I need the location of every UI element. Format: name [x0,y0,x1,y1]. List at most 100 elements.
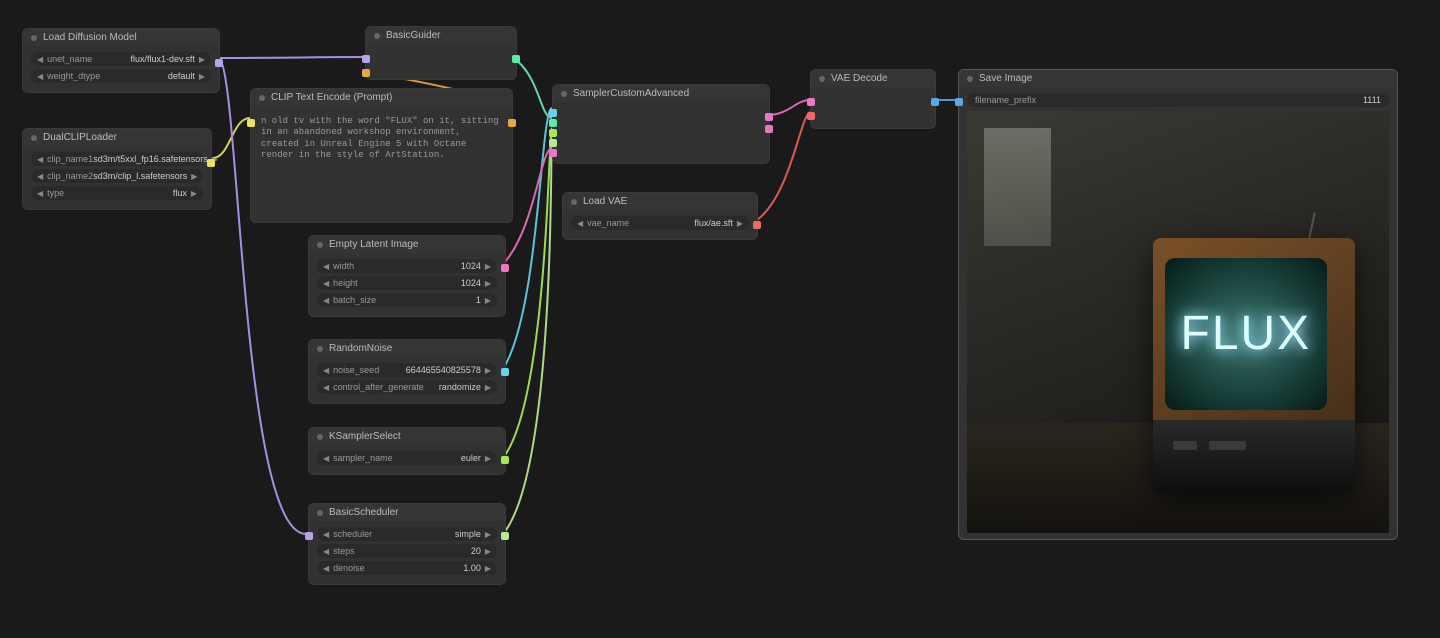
node-load-diffusion-model[interactable]: Load Diffusion Model ◀ unet_name flux/fl… [22,28,220,93]
port-latent-in[interactable] [549,149,557,157]
node-basic-scheduler[interactable]: BasicScheduler ◀ scheduler simple ▶ ◀ st… [308,503,506,585]
chevron-right-icon[interactable]: ▶ [735,219,745,228]
node-header[interactable]: SamplerCustomAdvanced [553,85,769,102]
widget-steps[interactable]: ◀ steps 20 ▶ [317,544,497,558]
chevron-left-icon[interactable]: ◀ [321,547,331,556]
widget-width[interactable]: ◀ width 1024 ▶ [317,259,497,273]
port-images-in[interactable] [955,98,963,106]
node-empty-latent-image[interactable]: Empty Latent Image ◀ width 1024 ▶ ◀ heig… [308,235,506,317]
node-header[interactable]: BasicGuider [366,27,516,44]
node-basic-guider[interactable]: BasicGuider [365,26,517,80]
widget-sampler-name[interactable]: ◀ sampler_name euler ▶ [317,451,497,465]
port-sigmas-out[interactable] [501,532,509,540]
widget-scheduler[interactable]: ◀ scheduler simple ▶ [317,527,497,541]
chevron-right-icon[interactable]: ▶ [189,189,199,198]
widget-height[interactable]: ◀ height 1024 ▶ [317,276,497,290]
collapse-dot-icon[interactable] [31,135,37,141]
port-conditioning-in[interactable] [362,69,370,77]
collapse-dot-icon[interactable] [819,76,825,82]
collapse-dot-icon[interactable] [967,76,973,82]
node-header[interactable]: RandomNoise [309,340,505,357]
node-header[interactable]: DualCLIPLoader [23,129,211,146]
collapse-dot-icon[interactable] [317,346,323,352]
port-denoised-out[interactable] [765,125,773,133]
port-clip-out[interactable] [207,159,215,167]
node-random-noise[interactable]: RandomNoise ◀ noise_seed 664465540825578… [308,339,506,404]
collapse-dot-icon[interactable] [571,199,577,205]
node-load-vae[interactable]: Load VAE ◀ vae_name flux/ae.sft ▶ [562,192,758,240]
chevron-left-icon[interactable]: ◀ [321,454,331,463]
port-sampler-out[interactable] [501,456,509,464]
node-dual-clip-loader[interactable]: DualCLIPLoader ◀ clip_name1 sd3m/t5xxl_f… [22,128,212,210]
chevron-left-icon[interactable]: ◀ [321,262,331,271]
widget-weight-dtype[interactable]: ◀ weight_dtype default ▶ [31,69,211,83]
port-noise-out[interactable] [501,368,509,376]
chevron-right-icon[interactable]: ▶ [483,530,493,539]
port-conditioning-out[interactable] [508,119,516,127]
chevron-left-icon[interactable]: ◀ [321,279,331,288]
chevron-left-icon[interactable]: ◀ [321,530,331,539]
node-header[interactable]: VAE Decode [811,70,935,87]
collapse-dot-icon[interactable] [317,510,323,516]
node-header[interactable]: CLIP Text Encode (Prompt) [251,89,512,106]
port-sigmas-in[interactable] [549,139,557,147]
chevron-right-icon[interactable]: ▶ [483,547,493,556]
node-header[interactable]: Load VAE [563,193,757,210]
widget-filename-prefix[interactable]: filename_prefix 1111 [967,93,1389,107]
node-save-image[interactable]: Save Image filename_prefix 1111 FLUX [958,69,1398,540]
chevron-right-icon[interactable]: ▶ [483,296,493,305]
chevron-right-icon[interactable]: ▶ [189,172,199,181]
chevron-left-icon[interactable]: ◀ [321,366,331,375]
port-clip-in[interactable] [247,119,255,127]
node-header[interactable]: KSamplerSelect [309,428,505,445]
port-vae-in[interactable] [807,112,815,120]
widget-batch-size[interactable]: ◀ batch_size 1 ▶ [317,293,497,307]
chevron-left-icon[interactable]: ◀ [35,189,45,198]
widget-unet-name[interactable]: ◀ unet_name flux/flux1-dev.sft ▶ [31,52,211,66]
node-header[interactable]: BasicScheduler [309,504,505,521]
widget-vae-name[interactable]: ◀ vae_name flux/ae.sft ▶ [571,216,749,230]
port-model-in[interactable] [305,532,313,540]
chevron-right-icon[interactable]: ▶ [483,383,493,392]
port-guider-out[interactable] [512,55,520,63]
chevron-left-icon[interactable]: ◀ [575,219,585,228]
chevron-left-icon[interactable]: ◀ [321,564,331,573]
chevron-right-icon[interactable]: ▶ [483,279,493,288]
port-sampler-in[interactable] [549,129,557,137]
widget-noise-seed[interactable]: ◀ noise_seed 664465540825578 ▶ [317,363,497,377]
port-image-out[interactable] [931,98,939,106]
widget-clip-name1[interactable]: ◀ clip_name1 sd3m/t5xxl_fp16.safetensors… [31,152,203,166]
widget-denoise[interactable]: ◀ denoise 1.00 ▶ [317,561,497,575]
chevron-right-icon[interactable]: ▶ [197,72,207,81]
port-guider-in[interactable] [549,119,557,127]
node-header[interactable]: Save Image [959,70,1397,87]
chevron-left-icon[interactable]: ◀ [35,172,45,181]
chevron-right-icon[interactable]: ▶ [483,366,493,375]
node-header[interactable]: Empty Latent Image [309,236,505,253]
collapse-dot-icon[interactable] [317,242,323,248]
output-image-preview[interactable]: FLUX [967,111,1389,533]
port-latent-out[interactable] [501,264,509,272]
node-sampler-custom-advanced[interactable]: SamplerCustomAdvanced [552,84,770,164]
chevron-left-icon[interactable]: ◀ [321,383,331,392]
collapse-dot-icon[interactable] [317,434,323,440]
collapse-dot-icon[interactable] [561,91,567,97]
chevron-right-icon[interactable]: ▶ [483,564,493,573]
chevron-left-icon[interactable]: ◀ [35,55,45,64]
prompt-textarea[interactable]: n old tv with the word "FLUX" on it, sit… [259,112,504,165]
node-vae-decode[interactable]: VAE Decode [810,69,936,129]
port-model-in[interactable] [362,55,370,63]
node-clip-text-encode[interactable]: CLIP Text Encode (Prompt) n old tv with … [250,88,513,223]
widget-clip-type[interactable]: ◀ type flux ▶ [31,186,203,200]
widget-control-after-generate[interactable]: ◀ control_after_generate randomize ▶ [317,380,497,394]
chevron-left-icon[interactable]: ◀ [35,155,45,164]
port-noise-in[interactable] [549,109,557,117]
chevron-left-icon[interactable]: ◀ [321,296,331,305]
chevron-right-icon[interactable]: ▶ [483,454,493,463]
port-samples-in[interactable] [807,98,815,106]
node-header[interactable]: Load Diffusion Model [23,29,219,46]
port-output-out[interactable] [765,113,773,121]
port-vae-out[interactable] [753,221,761,229]
port-model-out[interactable] [215,59,223,67]
widget-clip-name2[interactable]: ◀ clip_name2 sd3m/clip_l.safetensors ▶ [31,169,203,183]
